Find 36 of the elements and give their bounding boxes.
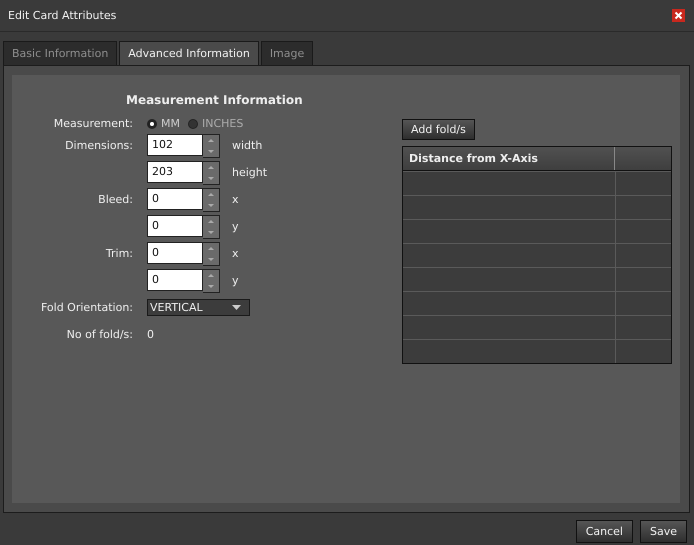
dialog-button[interactable]: Save	[640, 520, 687, 543]
field-label: Fold Orientation:	[40, 301, 133, 314]
number-field[interactable]: 203	[147, 160, 203, 182]
radio-label: MM	[161, 117, 180, 130]
unit-label: x	[232, 193, 239, 206]
unit-label: y	[232, 220, 239, 233]
field-label: Trim:	[104, 247, 133, 260]
tab[interactable]: Image	[260, 41, 314, 65]
unit-label: width	[232, 139, 262, 152]
number-field[interactable]: 102	[147, 134, 203, 156]
column-header: Distance from X-Axis	[403, 147, 615, 170]
field-label: Dimensions:	[64, 139, 133, 152]
number-field[interactable]: 0	[147, 188, 203, 210]
add-folds-button[interactable]: Add fold/s	[402, 119, 475, 140]
radio-button[interactable]: MM	[147, 117, 180, 130]
unit-label: y	[232, 274, 239, 287]
number-field[interactable]: 0	[147, 214, 203, 236]
field-label: No of fold/s:	[66, 328, 133, 341]
radio-dot[interactable]	[188, 118, 198, 128]
radio-label: INCHES	[202, 117, 244, 130]
fold-count: 0	[147, 328, 154, 341]
close-icon[interactable]	[672, 9, 685, 22]
dialog-button[interactable]: Cancel	[576, 520, 633, 543]
section-title: Measurement Information	[126, 93, 304, 107]
field-label: Measurement:	[52, 117, 133, 130]
window-title: Edit Card Attributes	[8, 9, 116, 22]
caret-icon	[232, 305, 241, 310]
field-label: Bleed:	[97, 193, 133, 206]
unit-label: height	[232, 166, 268, 179]
number-field[interactable]: 0	[147, 268, 203, 290]
dropdown[interactable]: VERTICAL	[147, 299, 250, 316]
tab[interactable]: Basic Information	[3, 41, 118, 65]
radio-dot[interactable]	[147, 118, 157, 128]
tab[interactable]: Advanced Information	[119, 41, 259, 65]
number-field[interactable]: 0	[147, 242, 203, 264]
unit-label: x	[232, 247, 239, 260]
